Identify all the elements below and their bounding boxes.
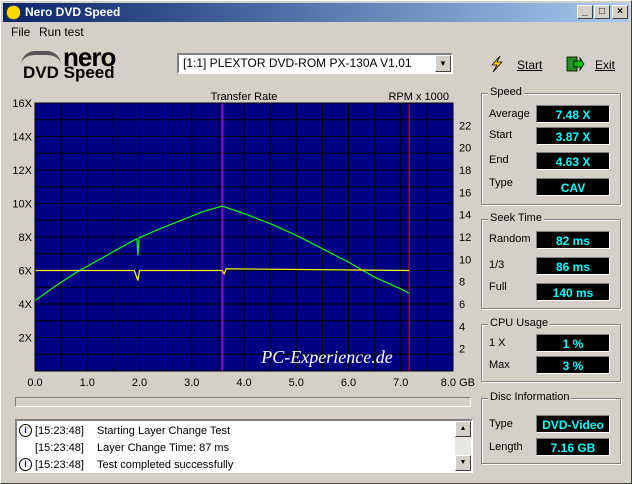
y-tick-label: 12X <box>12 165 32 177</box>
seek-group-title: Seek Time <box>488 212 544 224</box>
y-tick-label: 2X <box>19 333 33 345</box>
drive-select-value: [1:1] PLEXTOR DVD-ROM PX-130A V1.01 <box>183 56 412 70</box>
chart-svg: 2X 4X 6X 8X 10X 12X 14X 16X 2 4 6 8 10 12 14 16 18 20 22 0.… <box>12 91 475 389</box>
seek-time-group: Seek Time Random 82 ms 1/3 86 ms Full 14… <box>481 212 621 309</box>
y2-tick-label: 14 <box>459 210 471 222</box>
menu-file[interactable]: File <box>11 25 30 39</box>
menu-run-test[interactable]: Run test <box>39 25 84 39</box>
x-tick-label: 1.0 <box>80 377 95 389</box>
third-seek-value: 86 ms <box>536 257 610 275</box>
full-seek-label: Full <box>489 281 507 293</box>
y2-tick-label: 10 <box>459 254 471 266</box>
x-tick-label: 5.0 <box>289 377 304 389</box>
cpu-1x-label: 1 X <box>489 337 506 349</box>
y2-tick-label: 22 <box>459 120 471 132</box>
x-tick-label: 4.0 <box>236 377 251 389</box>
cpu-1x-value: 1 % <box>536 334 610 352</box>
info-icon: i <box>19 424 32 437</box>
speed-type-label: Type <box>489 177 513 189</box>
speed-type-value: CAV <box>536 178 610 196</box>
y2-tick-label: 12 <box>459 232 471 244</box>
log-list[interactable]: i [15:23:48] Starting Layer Change Test … <box>15 419 473 473</box>
y2-tick-label: 8 <box>459 277 465 289</box>
start-speed-value: 3.87 X <box>536 127 610 145</box>
log-time: [15:23:48] <box>35 442 84 454</box>
app-window: Nero DVD Speed _ □ × File Run test nero … <box>0 0 632 484</box>
end-speed-label: End <box>489 154 509 166</box>
x-tick-label: 2.0 <box>132 377 147 389</box>
log-message: Test completed successfully <box>97 459 234 471</box>
dropdown-arrow-icon[interactable]: ▼ <box>435 55 451 72</box>
y-tick-label: 14X <box>12 132 32 144</box>
scroll-up-icon[interactable]: ▲ <box>455 421 471 437</box>
y-tick-label: 4X <box>19 299 33 311</box>
third-seek-label: 1/3 <box>489 259 505 271</box>
window-title: Nero DVD Speed <box>25 5 121 19</box>
minimize-button[interactable]: _ <box>577 5 593 19</box>
start-button[interactable]: Start <box>487 55 547 75</box>
x-tick-label: 0.0 <box>27 377 42 389</box>
disc-type-value: DVD-Video <box>536 415 610 433</box>
y2-tick-label: 6 <box>459 299 465 311</box>
exit-button[interactable]: Exit <box>565 55 621 75</box>
logo-product: DVD Speed <box>23 63 115 82</box>
nero-dvd-speed-logo: nero DVD Speed <box>21 42 139 85</box>
disc-length-value: 7.16 GB <box>536 438 610 456</box>
title-bar[interactable]: Nero DVD Speed _ □ × <box>3 3 629 22</box>
info-icon: i <box>19 458 32 471</box>
x-tick-label: 8.0 GB <box>441 377 475 389</box>
average-speed-label: Average <box>489 108 530 120</box>
x-tick-label: 6.0 <box>341 377 356 389</box>
disc-group-title: Disc Information <box>488 391 572 403</box>
random-seek-value: 82 ms <box>536 231 610 249</box>
y2-tick-label: 16 <box>459 187 471 199</box>
y-tick-label: 6X <box>19 266 33 278</box>
y-tick-label: 8X <box>19 232 33 244</box>
exit-label: Exit <box>595 58 616 72</box>
watermark-text: PC-Experience.de <box>260 347 392 367</box>
scroll-down-icon[interactable]: ▼ <box>455 455 471 471</box>
cpu-max-label: Max <box>489 359 510 371</box>
end-speed-value: 4.63 X <box>536 152 610 170</box>
full-seek-value: 140 ms <box>536 283 610 301</box>
progress-bar <box>15 397 471 407</box>
exit-door-icon <box>566 56 585 72</box>
nero-app-icon[interactable] <box>6 5 21 20</box>
y-tick-label: 16X <box>12 98 32 110</box>
close-button[interactable]: × <box>612 5 628 19</box>
chart-title: Transfer Rate <box>211 91 278 103</box>
y-tick-label: 10X <box>12 199 32 211</box>
disc-length-label: Length <box>489 441 523 453</box>
log-scrollbar[interactable]: ▲ ▼ <box>455 421 471 471</box>
cpu-group-title: CPU Usage <box>488 317 551 329</box>
cpu-usage-group: CPU Usage 1 X 1 % Max 3 % <box>481 317 621 382</box>
log-message: Layer Change Time: 87 ms <box>97 442 230 454</box>
y2-tick-label: 4 <box>459 321 465 333</box>
x-tick-label: 3.0 <box>184 377 199 389</box>
start-label: Start <box>517 58 543 72</box>
speed-group-title: Speed <box>488 86 524 98</box>
log-time: [15:23:48] <box>35 425 84 437</box>
menu-bar: File Run test <box>3 23 629 41</box>
maximize-button[interactable]: □ <box>594 5 610 19</box>
y2-tick-label: 18 <box>459 165 471 177</box>
log-message: Starting Layer Change Test <box>97 425 231 437</box>
average-speed-value: 7.48 X <box>536 105 610 123</box>
lightning-icon <box>491 55 503 73</box>
log-time: [15:23:48] <box>35 459 84 471</box>
x-tick-label: 7.0 <box>393 377 408 389</box>
random-seek-label: Random <box>489 233 531 245</box>
transfer-rate-chart: 2X 4X 6X 8X 10X 12X 14X 16X 2 4 6 8 10 12 14 16 18 20 22 0.… <box>1 87 479 393</box>
cpu-max-value: 3 % <box>536 356 610 374</box>
disc-information-group: Disc Information Type DVD-Video Length 7… <box>481 391 621 464</box>
y2-tick-label: 2 <box>459 344 465 356</box>
start-speed-label: Start <box>489 129 513 141</box>
y2-tick-label: 20 <box>459 143 471 155</box>
drive-select[interactable]: [1:1] PLEXTOR DVD-ROM PX-130A V1.01 ▼ <box>177 53 453 74</box>
y2-axis-label: RPM x 1000 <box>388 91 449 103</box>
speed-group: Speed Average 7.48 X Start 3.87 X End 4.… <box>481 86 621 205</box>
disc-type-label: Type <box>489 418 513 430</box>
